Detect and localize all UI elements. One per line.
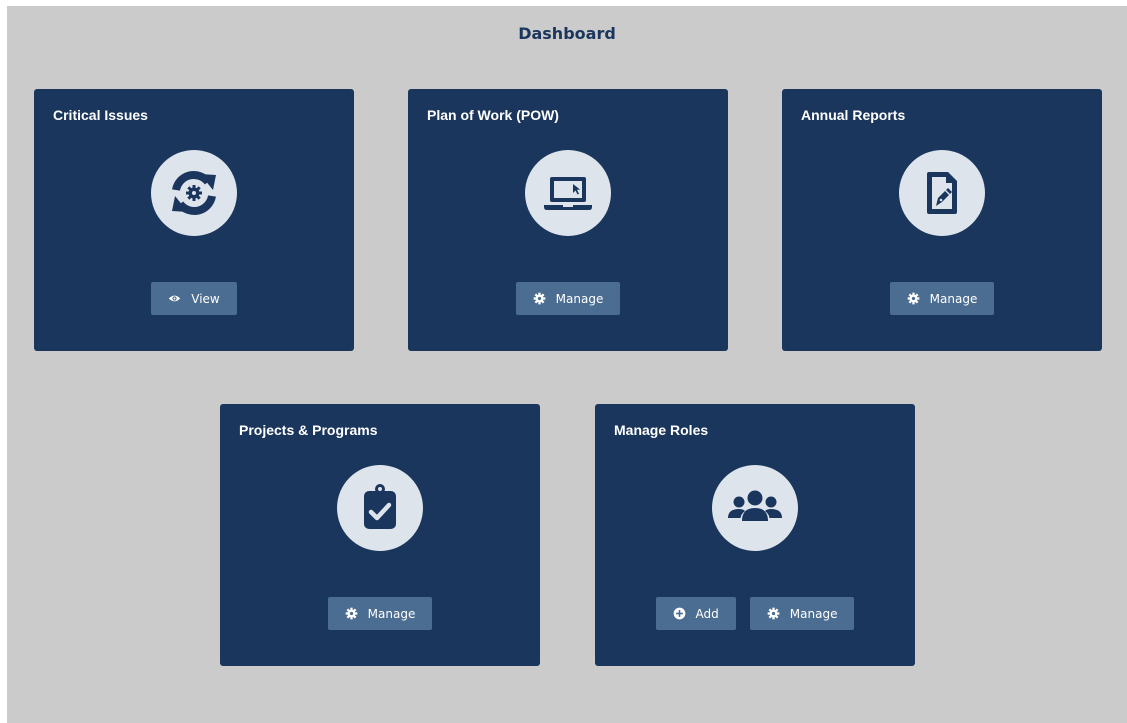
users-icon: [712, 465, 798, 551]
gear-icon: [345, 607, 358, 620]
dashboard-panel: Dashboard Critical Issues View Plan of W…: [7, 6, 1127, 723]
button-label: Add: [695, 606, 719, 621]
sync-gear-icon: [151, 150, 237, 236]
eye-icon: [168, 292, 181, 305]
card-plan-of-work: Plan of Work (POW) Manage: [408, 89, 728, 351]
button-label: View: [191, 291, 220, 306]
button-label: Manage: [367, 606, 416, 621]
manage-button[interactable]: Manage: [515, 282, 621, 315]
card-manage-roles: Manage Roles Add Manage: [595, 404, 915, 666]
manage-button[interactable]: Manage: [749, 597, 855, 630]
page-title: Dashboard: [518, 24, 616, 43]
card-annual-reports: Annual Reports Manage: [782, 89, 1102, 351]
card-title: Critical Issues: [53, 107, 148, 123]
add-button[interactable]: Add: [655, 597, 736, 630]
card-title: Plan of Work (POW): [427, 107, 559, 123]
card-critical-issues: Critical Issues View: [34, 89, 354, 351]
plus-circle-icon: [673, 607, 686, 620]
manage-button[interactable]: Manage: [327, 597, 433, 630]
manage-button[interactable]: Manage: [889, 282, 995, 315]
button-label: Manage: [789, 606, 838, 621]
file-signature-icon: [899, 150, 985, 236]
card-title: Manage Roles: [614, 422, 709, 438]
gear-icon: [907, 292, 920, 305]
button-label: Manage: [929, 291, 978, 306]
clipboard-check-icon: [337, 465, 423, 551]
laptop-icon: [525, 150, 611, 236]
view-button[interactable]: View: [151, 282, 237, 315]
card-title: Annual Reports: [801, 107, 906, 123]
gear-icon: [533, 292, 546, 305]
button-label: Manage: [555, 291, 604, 306]
card-title: Projects & Programs: [239, 422, 378, 438]
gear-icon: [767, 607, 780, 620]
card-projects-programs: Projects & Programs Manage: [220, 404, 540, 666]
